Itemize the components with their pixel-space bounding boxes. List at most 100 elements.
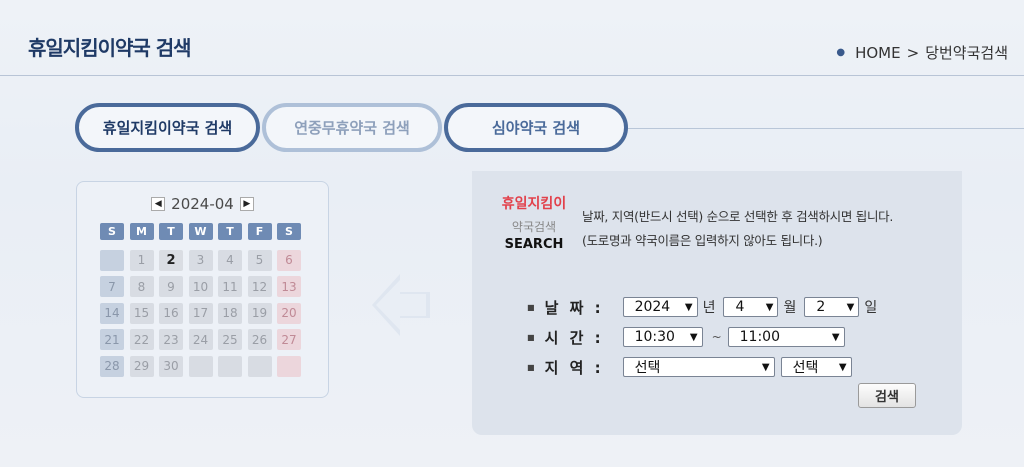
city-select[interactable]: 선택 ▼ [622,357,775,377]
time-separator: ~ [711,330,722,344]
weekday-header: M [129,223,154,240]
start-time-select[interactable]: 10:30 ▼ [622,327,703,347]
start-time-value: 10:30 [634,329,675,345]
calendar-day[interactable]: 16 [159,302,183,324]
calendar-day[interactable]: 11 [218,276,242,297]
month-unit: 월 [783,300,797,316]
tab-divider-line [615,128,1024,129]
day-select[interactable]: 2 ▼ [804,297,860,317]
time-label: 시 간 : [544,328,604,347]
calendar-day[interactable]: 25 [218,329,242,350]
district-value: 선택 [792,360,819,376]
city-value: 선택 [634,360,661,376]
weekday-header: S [277,223,301,240]
calendar-day[interactable]: 15 [129,302,154,324]
month-select[interactable]: 4 ▼ [723,297,779,317]
year-value: 2024 [634,299,671,315]
weekday-header: T [218,223,242,240]
calendar-day[interactable]: 23 [159,329,183,350]
label-holiday: 휴일지킴이 [501,196,567,212]
day-value: 2 [816,299,826,315]
breadcrumb-current: 당번약국검색 [925,44,1008,62]
calendar-empty-cell [100,249,124,271]
day-unit: 일 [864,300,878,316]
search-panel-label: 휴일지킴이 약국검색 SEARCH [496,193,572,252]
label-search: SEARCH [504,237,564,252]
calendar: ◀ 2024-04 ▶ S M T W T F S 1 2 3 4 5 6 7 8 9 10 11 12 13 14 15… [76,181,329,398]
weekday-header: T [159,223,183,240]
calendar-day[interactable]: 9 [159,276,183,297]
weekday-header: S [100,223,124,240]
page-header: 휴일지킴이약국 검색 ● HOME > 당번약국검색 [0,0,1024,76]
calendar-day[interactable]: 17 [188,302,213,324]
prev-month-button[interactable]: ◀ [151,197,166,211]
district-select[interactable]: 선택 ▼ [780,357,852,377]
calendar-day[interactable]: 22 [129,329,154,350]
calendar-day[interactable]: 28 [100,355,124,377]
instruction-line-2: (도로명과 약국이름은 입력하지 않아도 됩니다.) [582,233,823,248]
date-label: 날 짜 : [544,298,604,317]
bullet-icon: ■ [527,362,535,372]
instruction-line-1: 날짜, 지역(반드시 선택) 순으로 선택한 후 검색하시면 됩니다. [582,209,894,224]
bullet-icon: ■ [527,302,535,312]
calendar-day[interactable]: 1 [129,249,154,271]
region-label: 지 역 : [544,358,604,377]
calendar-day[interactable]: 6 [277,249,301,271]
bullet-icon: ■ [527,332,535,342]
chevron-down-icon: ▼ [684,301,693,313]
calendar-day[interactable]: 21 [100,329,124,350]
tab-holiday-pharmacy[interactable]: 휴일지킴이약국 검색 [75,103,260,152]
calendar-day[interactable]: 10 [188,276,213,297]
weekday-header: F [247,223,272,240]
calendar-nav: ◀ 2024-04 ▶ [77,195,328,213]
search-instructions: 날짜, 지역(반드시 선택) 순으로 선택한 후 검색하시면 됩니다. (도로명… [582,205,893,253]
search-button[interactable]: 검색 [858,383,916,408]
calendar-day[interactable]: 18 [218,302,242,324]
calendar-day[interactable]: 5 [247,249,272,271]
breadcrumb-separator: > [906,43,920,62]
calendar-day[interactable]: 4 [218,249,242,271]
year-unit: 년 [702,300,716,316]
calendar-day[interactable]: 8 [129,276,154,297]
calendar-day[interactable]: 2 [159,249,183,271]
calendar-empty-cell [277,355,301,377]
tab-yearround-pharmacy[interactable]: 연중무휴약국 검색 [262,103,442,152]
end-time-select[interactable]: 11:00 ▼ [727,327,845,347]
weekday-header: W [188,223,213,240]
time-row: ■ 시 간 : 10:30 ▼ ~ 11:00 ▼ [527,326,848,348]
calendar-empty-cell [247,355,272,377]
calendar-day[interactable]: 7 [100,276,124,297]
calendar-empty-cell [218,355,242,377]
calendar-day[interactable]: 20 [277,302,301,324]
calendar-day[interactable]: 14 [100,302,124,324]
search-panel: 휴일지킴이 약국검색 SEARCH 날짜, 지역(반드시 선택) 순으로 선택한… [472,171,962,435]
calendar-day[interactable]: 29 [129,355,154,377]
calendar-empty-cell [188,355,213,377]
next-month-button[interactable]: ▶ [239,197,254,211]
calendar-day[interactable]: 13 [277,276,301,297]
calendar-day[interactable]: 3 [188,249,213,271]
chevron-down-icon: ▼ [838,361,847,373]
calendar-day[interactable]: 24 [188,329,213,350]
calendar-day[interactable]: 19 [247,302,272,324]
chevron-down-icon: ▼ [846,301,855,313]
tab-night-pharmacy[interactable]: 심야약국 검색 [444,103,628,152]
bullet-icon: ● [836,47,846,58]
tab-bar: 휴일지킴이약국 검색 연중무휴약국 검색 심야약국 검색 [75,103,1024,153]
calendar-day[interactable]: 12 [247,276,272,297]
calendar-day[interactable]: 30 [159,355,183,377]
chevron-down-icon: ▼ [831,331,840,343]
breadcrumb: ● HOME > 당번약국검색 [836,42,1008,63]
calendar-grid: S M T W T F S 1 2 3 4 5 6 7 8 9 10 11 12 13 14 15 16 17 18 19 20 21… [100,223,301,377]
chevron-down-icon: ▼ [689,331,698,343]
page-title: 휴일지킴이약국 검색 [28,36,192,60]
calendar-day[interactable]: 26 [247,329,272,350]
breadcrumb-home[interactable]: HOME [855,44,901,62]
arrow-left-icon [372,274,430,336]
region-row: ■ 지 역 : 선택 ▼ 선택 ▼ [527,356,855,378]
label-pharmacy-search: 약국검색 [511,220,557,234]
end-time-value: 11:00 [739,329,780,345]
calendar-day[interactable]: 27 [277,329,301,350]
month-value: 4 [735,299,745,315]
year-select[interactable]: 2024 ▼ [622,297,698,317]
